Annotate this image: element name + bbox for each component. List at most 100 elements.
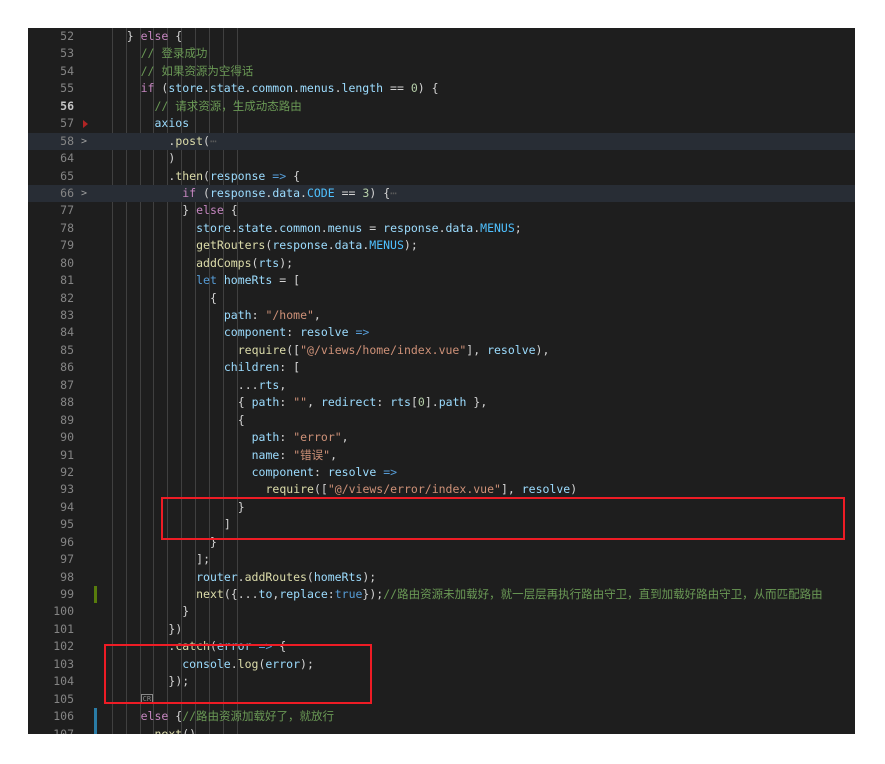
code-text: console.log(error); <box>182 656 314 671</box>
line-number: 53 <box>60 46 74 61</box>
code-line[interactable]: 53 // 登录成功 <box>28 45 855 62</box>
code-line[interactable]: 96 } <box>28 534 855 551</box>
code-line[interactable]: 99 next({...to,replace:true});//路由资源未加载好… <box>28 586 855 604</box>
line-number: 55 <box>60 81 74 96</box>
code-text: } else { <box>182 203 238 218</box>
code-line[interactable]: 54 // 如果资源为空得话 <box>28 63 855 80</box>
line-number: 96 <box>60 534 74 549</box>
line-number: 77 <box>60 203 74 218</box>
code-area[interactable]: 52 } else {53 // 登录成功 54 // 如果资源为空得话 55 if… <box>28 28 855 734</box>
code-line[interactable]: 87 ...rts, <box>28 377 855 394</box>
code-line[interactable]: 78 store.state.common.menus = response.d… <box>28 220 855 237</box>
code-line[interactable]: 107 next() <box>28 725 855 734</box>
code-line[interactable]: 105 CR <box>28 691 855 708</box>
line-number: 52 <box>60 29 74 43</box>
code-line[interactable]: 81 let homeRts = [ <box>28 272 855 289</box>
breakpoint-arrow-icon[interactable] <box>83 120 88 129</box>
code-line[interactable]: 98 router.addRoutes(homeRts); <box>28 569 855 586</box>
line-number: 106 <box>53 709 74 724</box>
code-line[interactable]: 97 ]; <box>28 551 855 568</box>
line-number: 99 <box>60 587 74 601</box>
line-number: 93 <box>60 482 74 497</box>
line-number: 83 <box>60 308 74 322</box>
code-line[interactable]: 104 }); <box>28 673 855 690</box>
code-line[interactable]: 100 } <box>28 603 855 620</box>
code-line[interactable]: 82 { <box>28 290 855 307</box>
code-line[interactable]: 93 require(["@/views/error/index.vue"], … <box>28 481 855 498</box>
code-line[interactable]: 52 } else { <box>28 28 855 45</box>
line-number: 85 <box>60 342 74 357</box>
code-text: name: "错误", <box>251 447 337 462</box>
code-text: { <box>237 412 245 427</box>
code-line[interactable]: 90 path: "error", <box>28 429 855 446</box>
code-line[interactable]: 65 .then(response => { <box>28 168 855 185</box>
git-added-indicator <box>94 586 97 604</box>
code-text: if (store.state.common.menus.length == 0… <box>140 81 439 96</box>
code-line[interactable]: 77 } else { <box>28 202 855 219</box>
code-text: { path: "", redirect: rts[0].path }, <box>237 395 488 410</box>
control-char-glyph: CR <box>140 694 154 705</box>
code-text: ...rts, <box>237 377 287 392</box>
code-text: children: [ <box>223 360 301 375</box>
code-line[interactable]: 103 console.log(error); <box>28 656 855 673</box>
code-text: .then(response => { <box>168 168 301 183</box>
code-text: // 如果资源为空得话 <box>140 63 254 78</box>
code-text: ]; <box>196 552 210 567</box>
code-line-list[interactable]: 52 } else {53 // 登录成功 54 // 如果资源为空得话 55 if… <box>28 28 855 734</box>
line-number: 58 <box>60 133 74 148</box>
line-number: 64 <box>60 151 74 166</box>
line-number: 81 <box>60 273 74 288</box>
line-number: 56 <box>60 98 74 113</box>
line-number: 100 <box>53 604 74 619</box>
line-number: 92 <box>60 464 74 479</box>
code-text: { <box>210 290 217 305</box>
code-text: path: "error", <box>251 430 349 445</box>
code-text: next({...to,replace:true});//路由资源未加载好，就一… <box>196 587 823 601</box>
line-number: 57 <box>60 116 74 131</box>
code-text: .catch(error => { <box>168 639 287 654</box>
code-line[interactable]: 84 component: resolve => <box>28 324 855 341</box>
code-text: store.state.common.menus = response.data… <box>196 220 522 235</box>
code-line[interactable]: 80 addComps(rts); <box>28 255 855 272</box>
code-line[interactable]: 95 ] <box>28 516 855 533</box>
code-line[interactable]: 66 > if (response.data.CODE == 3) {⋯ <box>28 184 855 203</box>
code-line[interactable]: 91 name: "错误", <box>28 447 855 464</box>
code-line[interactable]: 86 children: [ <box>28 359 855 376</box>
code-line[interactable]: 55 if (store.state.common.menus.length =… <box>28 80 855 97</box>
code-line[interactable]: 94 } <box>28 499 855 516</box>
code-line[interactable]: 85 require(["@/views/home/index.vue"], r… <box>28 342 855 359</box>
line-number: 94 <box>60 499 74 514</box>
line-number: 95 <box>60 517 74 532</box>
code-text: require(["@/views/home/index.vue"], reso… <box>237 342 550 357</box>
code-line[interactable]: 92 component: resolve => <box>28 464 855 481</box>
line-number: 104 <box>53 674 74 689</box>
fold-chevron-icon[interactable]: > <box>78 133 90 150</box>
code-line[interactable]: 64 ) <box>28 150 855 167</box>
code-line[interactable]: 79 getRouters(response.data.MENUS); <box>28 237 855 254</box>
code-text: } <box>210 534 217 549</box>
line-number: 79 <box>60 238 74 253</box>
code-line[interactable]: 102 .catch(error => { <box>28 638 855 655</box>
code-line[interactable]: 57 axios <box>28 115 855 132</box>
code-text: addComps(rts); <box>196 255 294 270</box>
line-number: 105 <box>53 691 74 706</box>
line-number: 54 <box>60 63 74 78</box>
fold-chevron-icon[interactable]: > <box>78 185 90 202</box>
code-line[interactable]: 83 path: "/home", <box>28 307 855 324</box>
line-number: 102 <box>53 639 74 654</box>
code-line[interactable]: 88 { path: "", redirect: rts[0].path }, <box>28 394 855 411</box>
code-text: }); <box>168 674 190 689</box>
code-editor[interactable]: 52 } else {53 // 登录成功 54 // 如果资源为空得话 55 if… <box>28 28 855 734</box>
code-text: ) <box>168 151 176 166</box>
line-number: 87 <box>60 377 74 392</box>
code-line[interactable]: 101 }) <box>28 621 855 638</box>
code-text: // 登录成功 <box>140 46 208 61</box>
code-text: let homeRts = [ <box>196 273 301 288</box>
code-line[interactable]: 89 { <box>28 412 855 429</box>
line-number: 66 <box>60 185 74 200</box>
line-number: 97 <box>60 552 74 567</box>
code-line[interactable]: 106 else {//路由资源加载好了，就放行 <box>28 708 855 726</box>
code-line[interactable]: 58 > .post(⋯ <box>28 132 855 151</box>
code-line[interactable]: 56 // 请求资源，生成动态路由 <box>28 98 855 115</box>
code-text: component: resolve => <box>251 464 398 479</box>
